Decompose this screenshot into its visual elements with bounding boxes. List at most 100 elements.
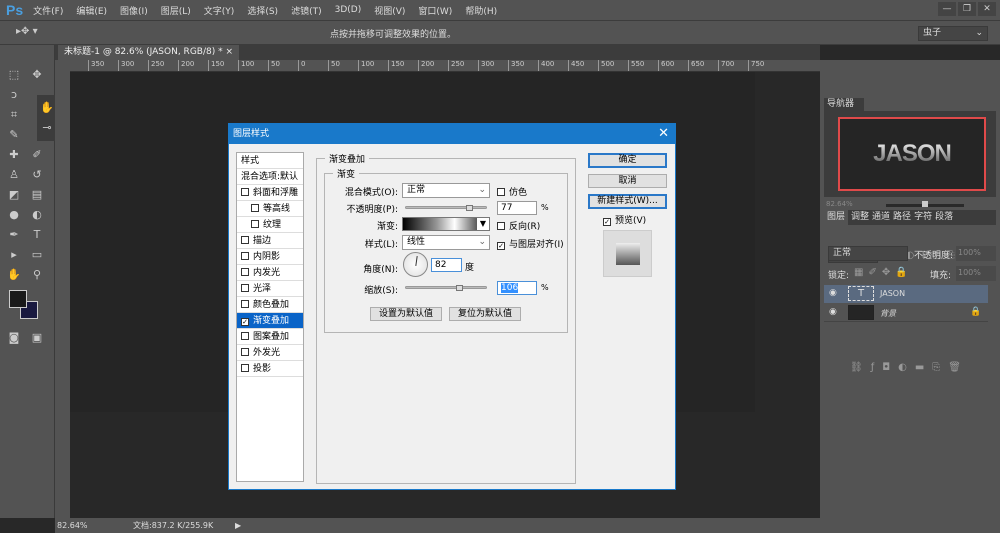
styles-header[interactable]: 样式 [237, 153, 303, 169]
layer-opacity-input[interactable]: 100% [956, 246, 996, 261]
menu-type[interactable]: 文字(Y) [204, 4, 235, 17]
style-item[interactable]: ✓ 渐变叠加 [237, 313, 303, 329]
angle-input[interactable]: 82 [431, 258, 462, 272]
align-with-layer-checkbox[interactable]: ✓ 与图层对齐(I) [497, 237, 564, 250]
document-tab[interactable]: 未标题-1 @ 82.6% (JASON, RGB/8) * × [58, 45, 240, 60]
checkbox-icon[interactable] [251, 220, 259, 228]
style-item[interactable]: 颜色叠加 [237, 297, 303, 313]
style-item[interactable]: 纹理 [237, 217, 303, 233]
style-item[interactable]: 内发光 [237, 265, 303, 281]
menu-3d[interactable]: 3D(D) [335, 5, 362, 15]
zoom-tool-icon[interactable]: ⚲ [28, 267, 46, 283]
close-window-button[interactable]: ✕ [978, 2, 996, 16]
style-item[interactable]: 内阴影 [237, 249, 303, 265]
tab-channels[interactable]: 通道 [872, 210, 890, 225]
menu-image[interactable]: 图像(I) [120, 4, 148, 17]
navigator-tab[interactable]: 导航器 [824, 98, 864, 111]
tab-paths[interactable]: 路径 [893, 210, 911, 225]
checkbox-icon[interactable] [241, 300, 249, 308]
style-item[interactable]: 光泽 [237, 281, 303, 297]
menu-window[interactable]: 窗口(W) [418, 4, 452, 17]
cancel-button[interactable]: 取消 [588, 174, 667, 188]
opacity-slider[interactable] [405, 205, 487, 211]
dialog-close-button[interactable]: ✕ [658, 124, 669, 144]
style-item[interactable]: 外发光 [237, 345, 303, 361]
lock-icons[interactable]: ▦✐✥🔒 [854, 267, 913, 278]
checkbox-icon[interactable] [241, 236, 249, 244]
new-style-button[interactable]: 新建样式(W)... [588, 194, 667, 209]
set-default-button[interactable]: 设置为默认值 [370, 307, 442, 321]
style-item[interactable]: 斜面和浮雕 [237, 185, 303, 201]
menu-edit[interactable]: 编辑(E) [76, 4, 107, 17]
visibility-eye-icon[interactable]: ◉ [829, 307, 837, 317]
checkbox-icon[interactable] [241, 332, 249, 340]
ok-button[interactable]: 确定 [588, 153, 667, 168]
eraser-tool-icon[interactable]: ◩ [5, 187, 23, 203]
opacity-input[interactable]: 77 [497, 201, 537, 215]
style-item[interactable]: 图案叠加 [237, 329, 303, 345]
menu-select[interactable]: 选择(S) [247, 4, 278, 17]
checkbox-icon[interactable] [241, 188, 249, 196]
slider-thumb[interactable] [456, 285, 463, 291]
move-tool-preset-icon[interactable]: ▸✥ ▾ [16, 26, 38, 37]
angle-dial[interactable] [403, 252, 428, 277]
blend-mode-dropdown[interactable]: 正常 ⌄ [402, 183, 490, 198]
menu-filter[interactable]: 滤镜(T) [291, 4, 322, 17]
checkbox-icon[interactable] [241, 268, 249, 276]
move-tool-icon[interactable]: ✥ [28, 67, 46, 83]
blur-tool-icon[interactable]: ● [5, 207, 23, 223]
tab-adjustments[interactable]: 调整 [851, 210, 869, 225]
brush-tool-icon[interactable]: ✐ [28, 147, 46, 163]
gradient-tool-icon[interactable]: ▤ [28, 187, 46, 203]
gradient-picker[interactable]: ▼ [402, 217, 490, 231]
workspace-select[interactable]: 虫子 ⌄ [918, 26, 988, 41]
style-item[interactable]: 等高线 [237, 201, 303, 217]
close-tab-icon[interactable]: × [225, 47, 233, 57]
minimize-button[interactable]: — [938, 2, 956, 16]
layer-name[interactable]: JASON [880, 289, 905, 298]
tab-paragraph[interactable]: 段落 [935, 210, 953, 225]
gradient-dropdown-arrow-icon[interactable]: ▼ [477, 218, 489, 230]
style-dropdown[interactable]: 线性 ⌄ [402, 235, 490, 250]
hand-tool-icon[interactable]: ✋ [5, 267, 23, 283]
reverse-checkbox[interactable]: 反向(R) [497, 219, 540, 232]
pen-tool-icon[interactable]: ✒ [5, 227, 23, 243]
checkbox-icon[interactable] [241, 284, 249, 292]
dodge-tool-icon[interactable]: ◐ [28, 207, 46, 223]
menu-help[interactable]: 帮助(H) [465, 4, 497, 17]
reset-default-button[interactable]: 复位为默认值 [449, 307, 521, 321]
layer-row-background[interactable]: ◉ 背景 🔒 [824, 304, 988, 322]
layer-row-jason[interactable]: ◉ T JASON [824, 285, 988, 303]
status-zoom[interactable]: 82.64% [57, 518, 88, 533]
restore-button[interactable]: ❐ [958, 2, 976, 16]
lasso-tool-icon[interactable]: ↄ [5, 87, 23, 103]
stamp-tool-icon[interactable]: ♙ [5, 167, 23, 183]
slider-thumb[interactable] [466, 205, 473, 211]
menu-file[interactable]: 文件(F) [33, 4, 63, 17]
visibility-eye-icon[interactable]: ◉ [829, 288, 837, 298]
layer-panel-footer-icons[interactable]: ⛓ƒ◘◐▬⎘🗑 [850, 362, 969, 373]
foreground-color-swatch[interactable] [9, 290, 27, 308]
scale-slider[interactable] [405, 285, 487, 291]
screen-mode-icon[interactable]: ▣ [28, 330, 46, 346]
hand-rotate-icon[interactable]: ✋ [38, 100, 56, 116]
status-menu-arrow[interactable]: ▶ [235, 518, 241, 533]
checkbox-icon[interactable] [251, 204, 259, 212]
tab-character[interactable]: 字符 [914, 210, 932, 225]
checkbox-icon[interactable] [241, 252, 249, 260]
type-tool-icon[interactable]: T [28, 227, 46, 243]
checkbox-icon[interactable] [241, 348, 249, 356]
checkmark-icon[interactable]: ✓ [241, 318, 249, 326]
scale-input[interactable]: 106 [497, 281, 537, 295]
menu-view[interactable]: 视图(V) [374, 4, 405, 17]
marquee-tool-icon[interactable]: ⬚ [5, 67, 23, 83]
navigator-zoom-slider[interactable] [886, 201, 964, 207]
checkbox-icon[interactable] [241, 364, 249, 372]
path-select-icon[interactable]: ▸ [5, 247, 23, 263]
style-item[interactable]: 描边 [237, 233, 303, 249]
quick-mask-icon[interactable]: ◙ [5, 330, 23, 346]
menu-layer[interactable]: 图层(L) [161, 4, 191, 17]
layer-name[interactable]: 背景 [880, 308, 896, 319]
preview-checkbox[interactable]: ✓ 预览(V) [603, 213, 646, 226]
crop-tool-icon[interactable]: ⌗ [5, 107, 23, 123]
